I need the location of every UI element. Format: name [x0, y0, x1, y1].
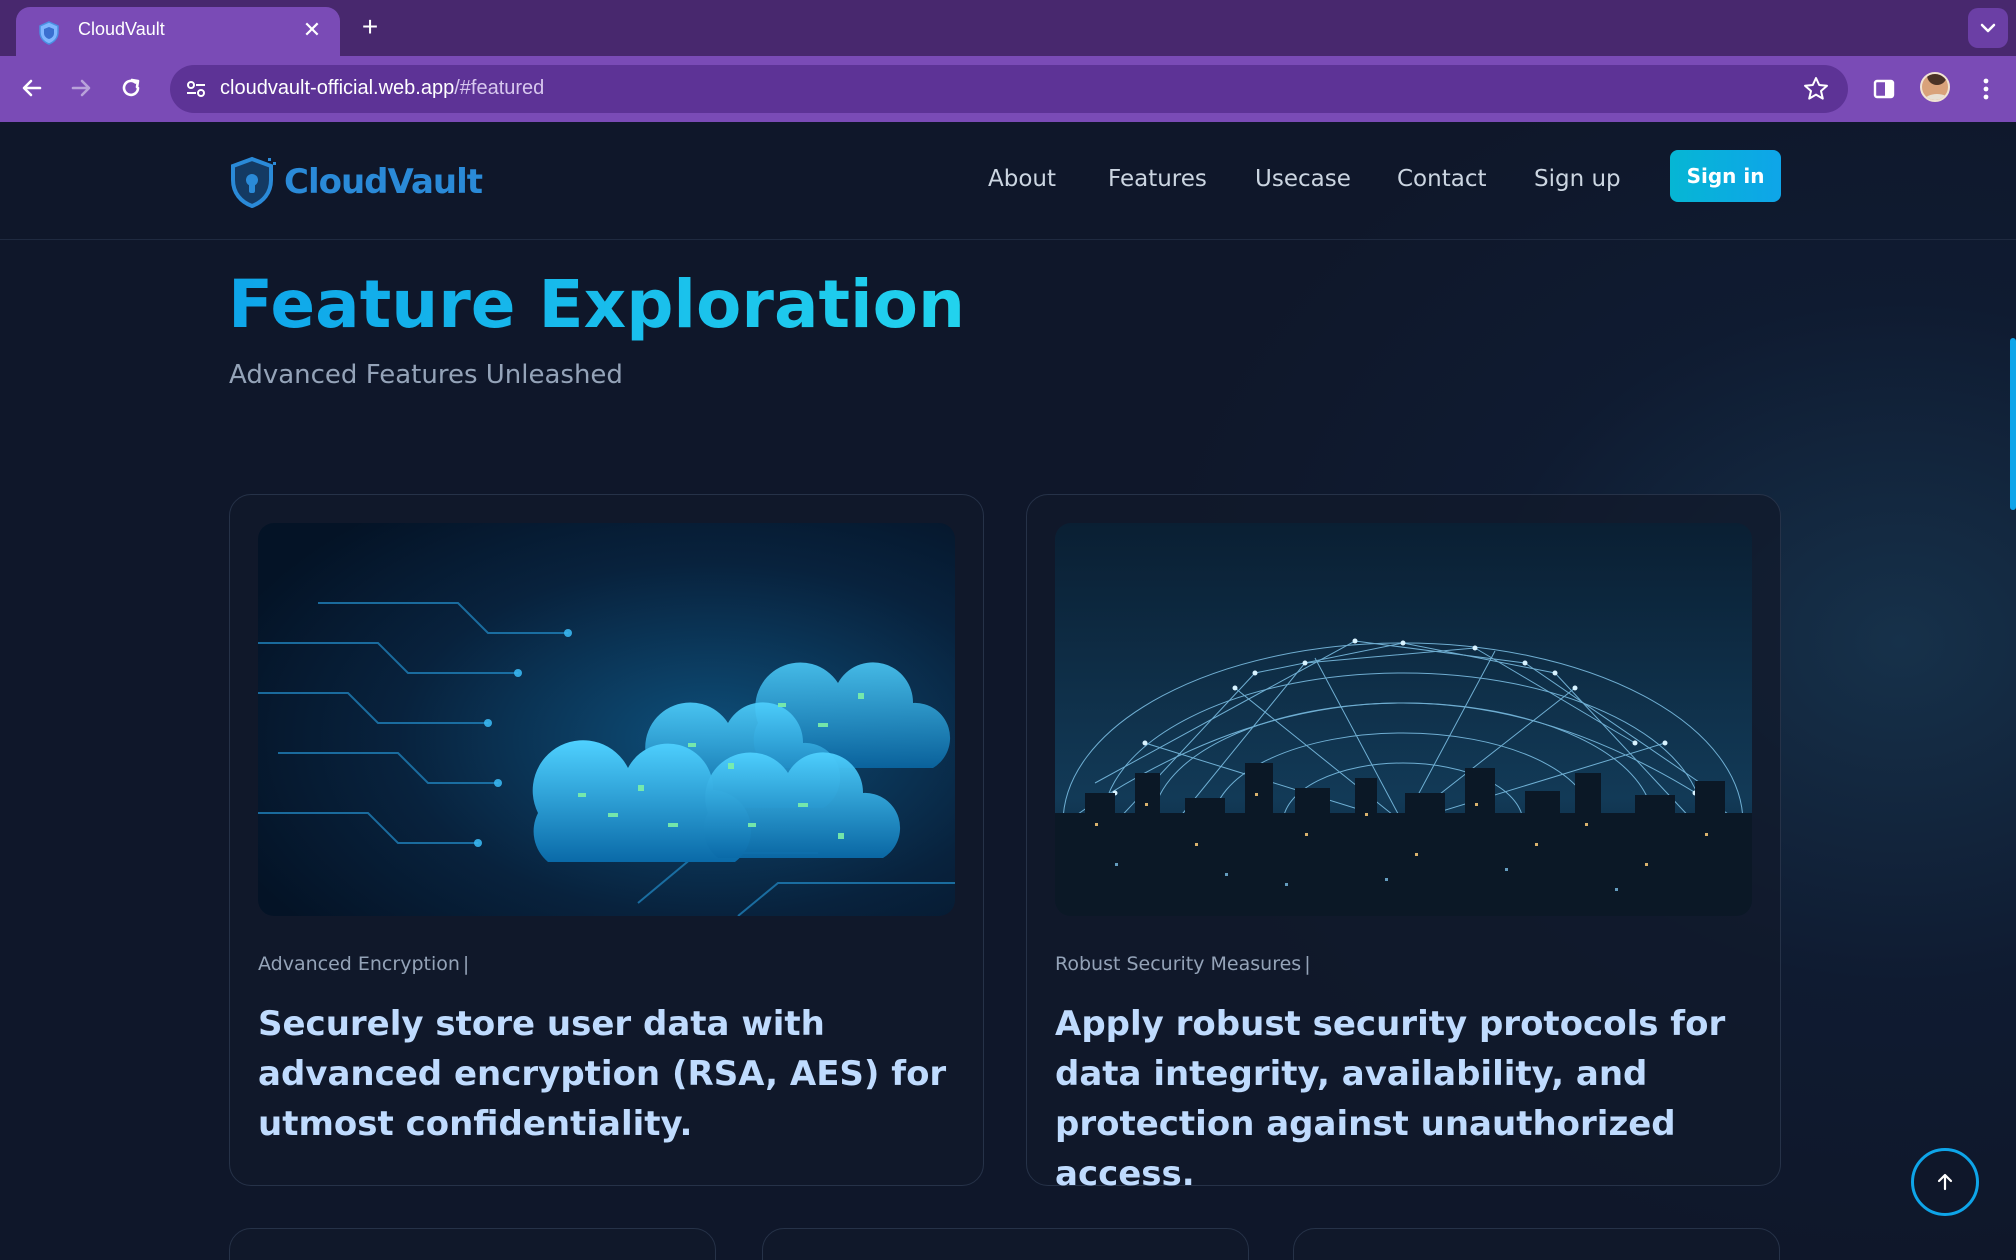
- nav-link-features[interactable]: Features: [1108, 166, 1207, 192]
- card-description: Apply robust security protocols for data…: [1055, 1004, 1726, 1194]
- chevron-down-icon: [1980, 23, 1996, 33]
- network-dome-city-image: [1055, 523, 1752, 916]
- scroll-to-top-button[interactable]: [1911, 1148, 1979, 1216]
- encrypted-cloud-circuit-image: [258, 523, 955, 916]
- back-arrow-icon[interactable]: [14, 70, 50, 106]
- site-settings-icon[interactable]: [184, 77, 208, 101]
- forward-arrow-icon[interactable]: [63, 70, 99, 106]
- card-tag-text: Robust Security Measures: [1055, 953, 1302, 975]
- site-logo[interactable]: CloudVault: [230, 156, 483, 208]
- page-scrollbar[interactable]: [2006, 122, 2016, 1260]
- feature-card-security: Robust Security Measures | Apply robust s…: [1026, 494, 1781, 1194]
- side-panel-icon[interactable]: [1868, 73, 1900, 105]
- page-title: Feature Exploration: [228, 266, 965, 343]
- nav-link-about[interactable]: About: [988, 166, 1056, 192]
- url-text: cloudvault-official.web.app/#featured: [220, 77, 544, 100]
- url-host: cloudvault-official.web.app: [220, 77, 455, 99]
- browser-toolbar: cloudvault-official.web.app/#featured: [0, 56, 2016, 122]
- new-tab-button[interactable]: +: [356, 12, 384, 42]
- logo-text: CloudVault: [284, 162, 483, 202]
- card-tag: Advanced Encryption |: [258, 953, 469, 975]
- url-path: /#featured: [454, 77, 545, 99]
- profile-avatar[interactable]: [1920, 72, 1950, 102]
- feature-card-encryption: Advanced Encryption | Securely store user…: [229, 494, 984, 1186]
- browser-tab-bar: CloudVault ✕ +: [0, 0, 2016, 57]
- close-icon[interactable]: ✕: [298, 17, 326, 45]
- site-header: CloudVault About Features Usecase Contac…: [0, 122, 2016, 240]
- nav-link-signup[interactable]: Sign up: [1534, 166, 1621, 192]
- reload-icon[interactable]: [113, 70, 149, 106]
- page-viewport: CloudVault About Features Usecase Contac…: [0, 122, 2016, 1260]
- nav-link-contact[interactable]: Contact: [1397, 166, 1486, 192]
- typing-cursor: |: [462, 953, 470, 975]
- shield-lock-icon: [231, 156, 276, 208]
- tab-title: CloudVault: [78, 19, 165, 39]
- card-tag: Robust Security Measures |: [1055, 953, 1311, 975]
- card-tag-text: Advanced Encryption: [258, 953, 460, 975]
- shield-icon: [39, 21, 59, 45]
- more-menu-icon[interactable]: [1970, 73, 2002, 105]
- card-description: Securely store user data with advanced e…: [258, 1004, 947, 1144]
- bookmark-star-icon[interactable]: [1802, 75, 1830, 103]
- feature-card-partial: [762, 1228, 1249, 1260]
- address-bar[interactable]: cloudvault-official.web.app/#featured: [170, 65, 1848, 113]
- scrollbar-thumb[interactable]: [2010, 338, 2016, 510]
- page-subtitle: Advanced Features Unleashed: [229, 360, 623, 390]
- tab-search-button[interactable]: [1968, 8, 2008, 48]
- arrow-up-icon: [1937, 1173, 1953, 1191]
- sign-in-button[interactable]: Sign in: [1670, 150, 1781, 202]
- browser-tab[interactable]: CloudVault ✕: [16, 7, 340, 57]
- feature-card-partial: [229, 1228, 716, 1260]
- typing-cursor: |: [1304, 953, 1311, 975]
- feature-card-partial: [1293, 1228, 1780, 1260]
- nav-link-usecase[interactable]: Usecase: [1255, 166, 1351, 192]
